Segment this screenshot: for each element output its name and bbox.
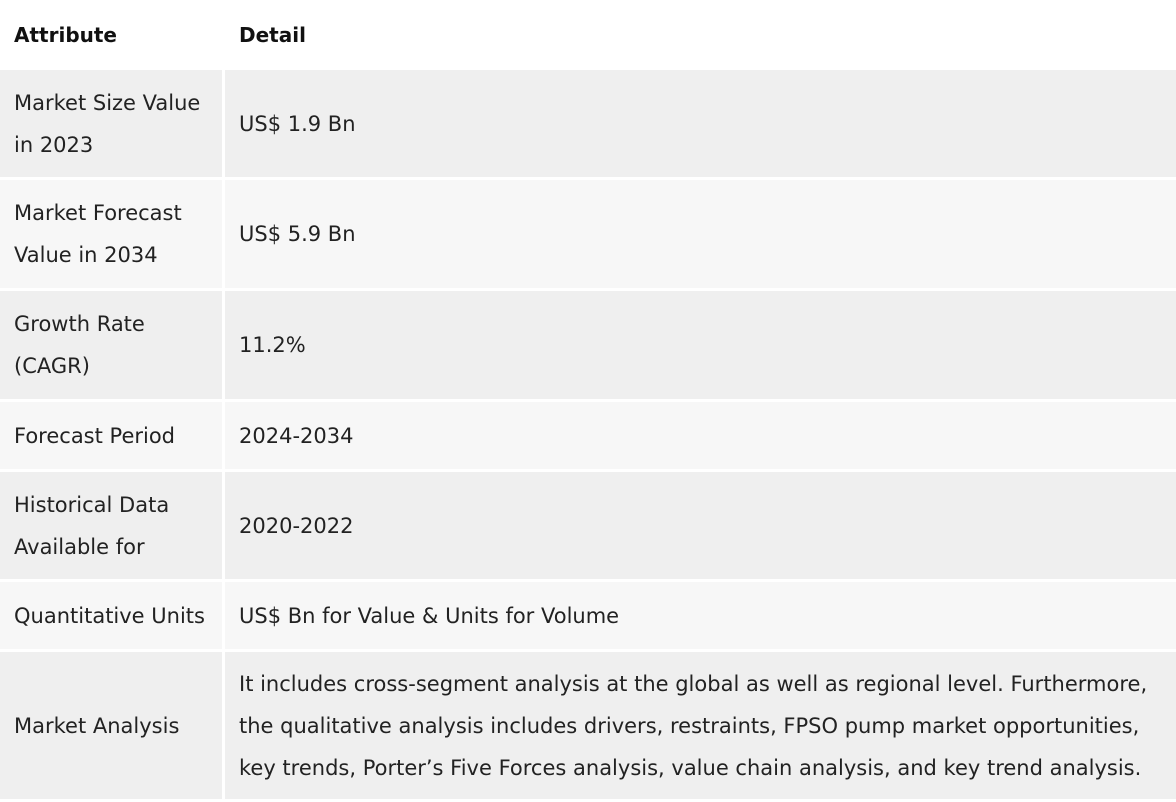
table-header-row: Attribute Detail — [0, 0, 1176, 70]
row-detail: US$ 1.9 Bn — [225, 70, 1176, 180]
row-attribute: Market Analysis — [0, 652, 225, 802]
row-detail: 2024-2034 — [225, 402, 1176, 472]
row-attribute: Historical Data Available for — [0, 472, 225, 582]
row-attribute: Forecast Period — [0, 402, 225, 472]
row-attribute: Growth Rate (CAGR) — [0, 291, 225, 402]
row-attribute: Market Size Value in 2023 — [0, 70, 225, 180]
table-row: Market Analysis It includes cross-segmen… — [0, 652, 1176, 802]
row-detail: US$ Bn for Value & Units for Volume — [225, 582, 1176, 652]
table-row: Growth Rate (CAGR) 11.2% — [0, 291, 1176, 402]
table-row: Quantitative Units US$ Bn for Value & Un… — [0, 582, 1176, 652]
row-detail: 2020-2022 — [225, 472, 1176, 582]
row-detail: US$ 5.9 Bn — [225, 180, 1176, 291]
market-attributes-table: Attribute Detail Market Size Value in 20… — [0, 0, 1176, 802]
header-detail: Detail — [225, 0, 1176, 70]
table-row: Historical Data Available for 2020-2022 — [0, 472, 1176, 582]
row-detail: 11.2% — [225, 291, 1176, 402]
table-row: Market Size Value in 2023 US$ 1.9 Bn — [0, 70, 1176, 180]
table-row: Forecast Period 2024-2034 — [0, 402, 1176, 472]
row-detail: It includes cross-segment analysis at th… — [225, 652, 1176, 802]
header-attribute: Attribute — [0, 0, 225, 70]
table-row: Market Forecast Value in 2034 US$ 5.9 Bn — [0, 180, 1176, 291]
row-attribute: Market Forecast Value in 2034 — [0, 180, 225, 291]
row-attribute: Quantitative Units — [0, 582, 225, 652]
